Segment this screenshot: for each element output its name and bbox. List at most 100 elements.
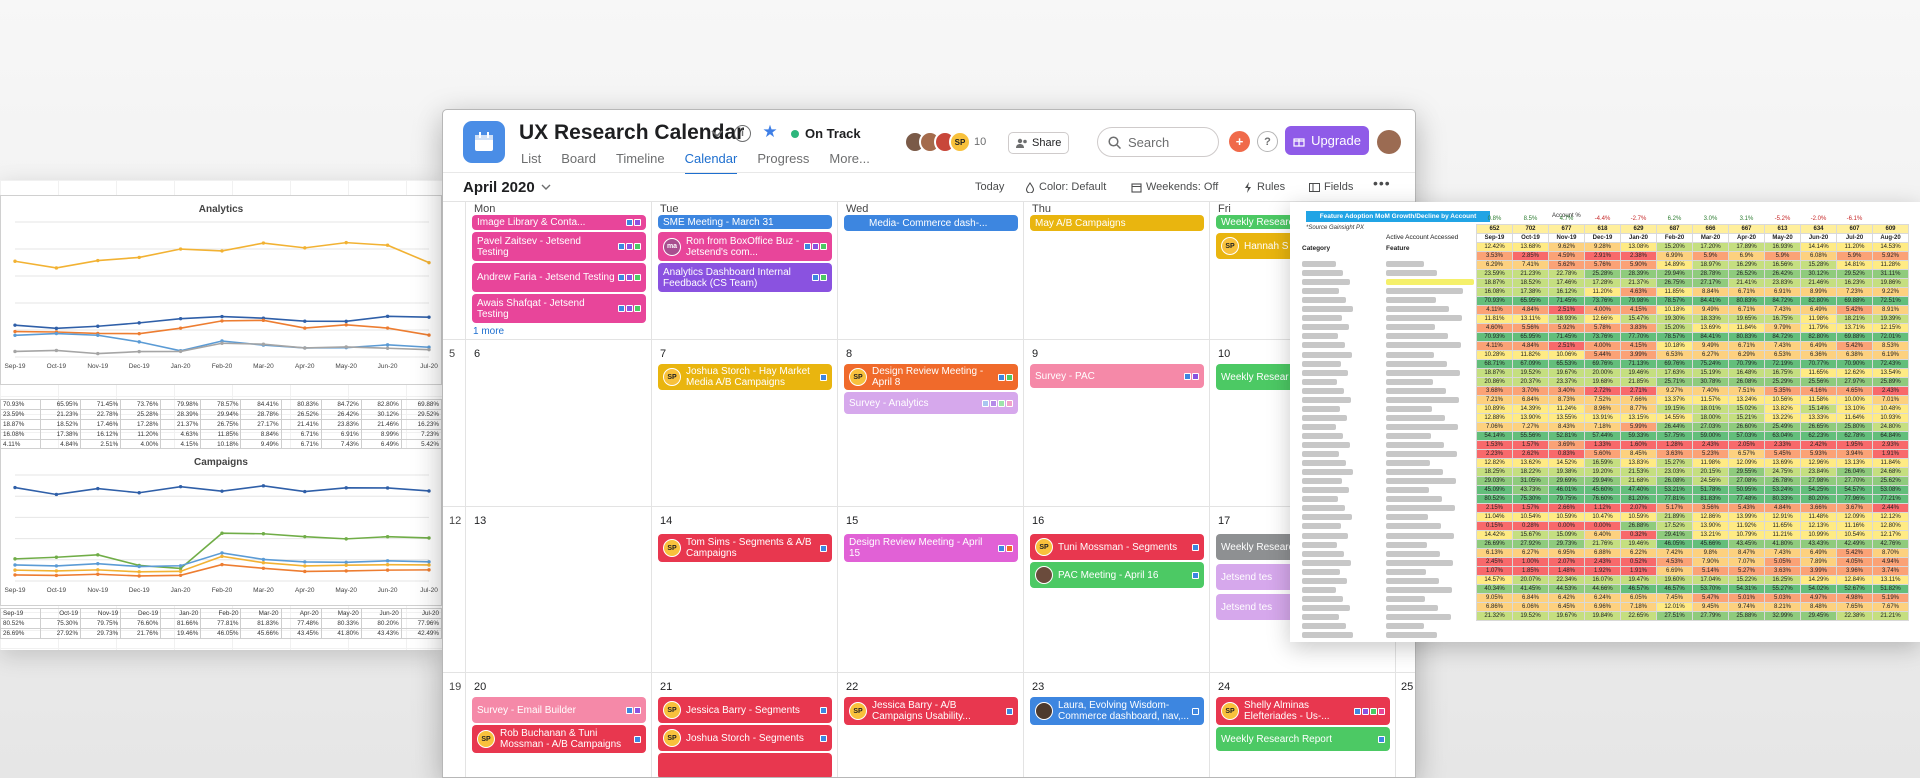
star-icon[interactable]: ★ <box>761 122 779 141</box>
rules-button[interactable]: Rules <box>1244 181 1285 193</box>
weekends-label: Weekends: Off <box>1146 181 1219 193</box>
calendar-event[interactable]: Pavel Zaitsev - Jetsend Testing <box>472 232 646 261</box>
tab-calendar[interactable]: Calendar <box>684 151 737 174</box>
table-cell: Oct-19 <box>40 608 82 619</box>
calendar-event[interactable]: SP Tom Sims - Segments & A/B Campaigns <box>658 534 832 562</box>
calendar-event[interactable]: SP Design Review Meeting - April 8 <box>844 364 1018 390</box>
data-row: 3.68% 3.70% 3.40% 2.72% 2.71% 9.27% 7.40% 7.51%… <box>1476 385 1909 396</box>
tab-board[interactable]: Board <box>561 151 596 174</box>
table-row: 23.59% 21.23% 22.78% 25.28% 28.39% 29.94% 28.7… <box>0 409 442 420</box>
table-cell: 14.57% <box>1476 574 1513 585</box>
help-icon[interactable]: ? <box>1257 131 1278 152</box>
table-cell: 29.55% <box>1728 466 1765 477</box>
table-cell: 12.15% <box>1872 322 1909 333</box>
data-point <box>385 535 390 539</box>
table-cell: 5.05% <box>1764 556 1801 567</box>
table-cell: 1.28% <box>1656 439 1693 450</box>
table-cell: 2.38% <box>1620 250 1657 261</box>
table-cell: 10.18% <box>1656 340 1693 351</box>
calendar-event[interactable]: SME Meeting - March 31 <box>658 215 832 229</box>
table-cell: 42.49% <box>1836 538 1873 549</box>
user-avatar[interactable] <box>1377 130 1401 154</box>
table-cell: 11.58% <box>1800 394 1837 405</box>
day-number: 17 <box>1218 515 1231 527</box>
today-button[interactable]: Today <box>975 181 1004 193</box>
calendar-event[interactable]: Andrew Faria - Jetsend Testing <box>472 263 646 292</box>
calendar-event[interactable]: SP Jessica Barry - Segments <box>658 697 832 723</box>
table-cell: 6.27% <box>1512 547 1549 558</box>
tab-timeline[interactable]: Timeline <box>616 151 665 174</box>
calendar-event[interactable]: Survey - Email Builder <box>472 697 646 723</box>
data-point <box>13 573 17 577</box>
upgrade-button[interactable]: Upgrade <box>1285 126 1369 155</box>
more-events-link[interactable]: 1 more <box>473 326 504 337</box>
calendar-event[interactable]: SP Jessica Barry - A/B Campaigns Usabilit… <box>844 697 1018 725</box>
weekends-button[interactable]: Weekends: Off <box>1131 181 1218 193</box>
table-cell: 77.70% <box>1620 331 1657 342</box>
tab-progress[interactable]: Progress <box>757 151 809 174</box>
calendar-event[interactable]: Design Review Meeting - April 15 <box>844 534 1018 562</box>
tab-more[interactable]: More... <box>829 151 869 174</box>
table-cell: 12.86% <box>1692 511 1729 522</box>
calendar-event[interactable] <box>658 753 832 777</box>
table-cell: 12.82% <box>1476 457 1513 468</box>
table-cell: 7.45% <box>1656 592 1693 603</box>
month-selector[interactable]: April 2020 <box>463 179 551 196</box>
calendar-event[interactable]: Image Library & Conta... <box>472 215 646 230</box>
chevron-down-icon[interactable] <box>709 126 725 142</box>
project-members[interactable]: SP 10 <box>904 131 987 153</box>
data-point <box>344 240 348 245</box>
table-cell: 79.75% <box>80 618 122 629</box>
data-row: 11.81% 13.11% 18.93% 12.66% 15.47% 19.30% 18.3… <box>1476 313 1909 324</box>
table-cell: 45.09% <box>1476 484 1513 495</box>
table-cell: 11.82% <box>1512 349 1549 360</box>
calendar-event[interactable]: PAC Meeting - April 16 <box>1030 562 1204 588</box>
add-icon[interactable]: + <box>1229 131 1250 152</box>
lightning-icon <box>1245 181 1251 193</box>
calendar-event[interactable]: Weekly Research Report <box>1216 727 1390 751</box>
calendar-event[interactable]: Laura, Evolving Wisdom- Commerce dashboa… <box>1030 697 1204 725</box>
table-cell: 12.09% <box>1836 511 1873 522</box>
share-button[interactable]: Share <box>1008 132 1070 154</box>
table-cell: 22.38% <box>1836 610 1873 621</box>
search-input[interactable]: Search <box>1097 127 1219 157</box>
calendar-event[interactable]: SP Rob Buchanan & Tuni Mossman - A/B Camp… <box>472 725 646 753</box>
tab-list[interactable]: List <box>521 151 541 174</box>
table-cell: 13.08% <box>1620 241 1657 252</box>
calendar-event[interactable]: May A/B Campaigns <box>1030 215 1204 231</box>
table-cell: 11.64% <box>1836 412 1873 423</box>
member-count: 10 <box>974 136 987 148</box>
table-cell: 65.95% <box>1512 331 1549 342</box>
calendar-event[interactable]: SP Shelly Alminas Elefteriades - Us-... <box>1216 697 1390 725</box>
calendar-event[interactable]: Awais Shafqat - Jetsend Testing <box>472 294 646 323</box>
x-tick-label: Sep-19 <box>5 363 26 370</box>
calendar-event[interactable]: Analytics Dashboard Internal Feedback (C… <box>658 263 832 292</box>
table-cell: 2.33% <box>1764 439 1801 450</box>
calendar-event[interactable]: SP Joshua Storch - Hay Market Media A/B C… <box>658 364 832 390</box>
data-point <box>13 557 17 561</box>
fields-button[interactable]: Fields <box>1309 181 1353 193</box>
table-cell: 68.71% <box>1476 358 1513 369</box>
calendar-event[interactable]: ma Ron from BoxOffice Buz - Jetsend's com… <box>658 232 832 261</box>
table-cell: 4.84% <box>1512 304 1549 315</box>
table-cell: 14.42% <box>1476 529 1513 540</box>
calendar-event[interactable]: SP Joshua Storch - Segments <box>658 725 832 751</box>
calendar-event[interactable]: SP Tuni Mossman - Segments <box>1030 534 1204 560</box>
calendar-event[interactable]: Media- Commerce dash-... <box>844 215 1018 231</box>
table-cell: 1.07% <box>1476 565 1513 576</box>
color-button[interactable]: Color: Default <box>1025 181 1106 193</box>
table-cell: 18.01% <box>1692 403 1729 414</box>
table-cell: 24.80% <box>1872 421 1909 432</box>
table-cell: 53.24% <box>1764 484 1801 495</box>
calendar-event[interactable]: Survey - Analytics <box>844 392 1018 414</box>
table-cell: 5.14% <box>1692 565 1729 576</box>
table-cell: 16.75% <box>1764 313 1801 324</box>
table-cell: 6.13% <box>1476 547 1513 558</box>
table-cell: 57.03% <box>1728 430 1765 441</box>
info-icon[interactable]: i <box>734 125 751 142</box>
project-status[interactable]: On Track <box>791 126 861 141</box>
table-cell: 12.84% <box>1836 574 1873 585</box>
more-options-icon[interactable]: ••• <box>1373 175 1391 191</box>
calendar-event[interactable]: Survey - PAC <box>1030 364 1204 388</box>
table-cell: 21.41% <box>1728 277 1765 288</box>
